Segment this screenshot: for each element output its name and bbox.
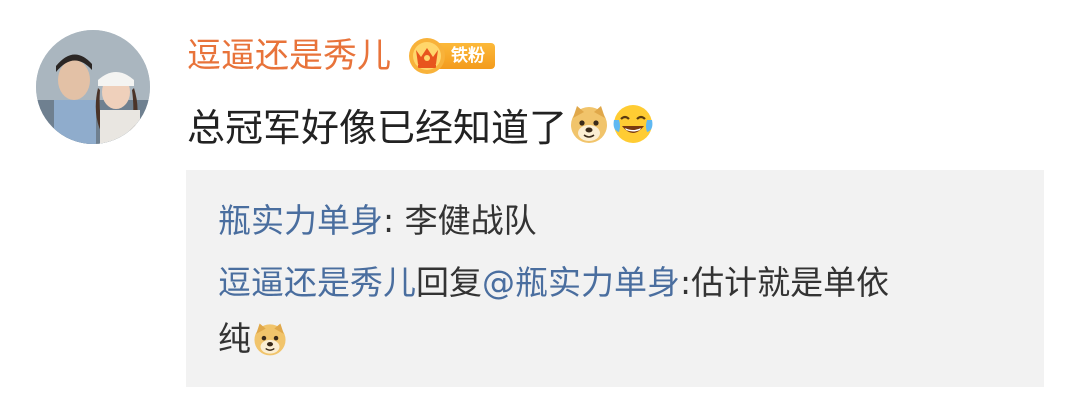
reply-text: 李健战队	[404, 201, 537, 240]
avatar-photo	[36, 30, 150, 144]
avatar[interactable]	[36, 30, 150, 144]
reply-item: 瓶实力单身: 李健战队	[218, 198, 537, 244]
laugh-cry-emoji-icon	[611, 102, 655, 146]
reply-author-link[interactable]: 瓶实力单身	[218, 201, 383, 240]
crown-fan-badge-icon	[409, 38, 445, 74]
replies-box[interactable]: 瓶实力单身: 李健战队 逗逼还是秀儿回复@瓶实力单身:估计就是单依 纯	[186, 170, 1044, 387]
doge-emoji-icon	[567, 102, 611, 146]
doge-emoji-icon	[251, 320, 289, 358]
reply-author-link[interactable]: 逗逼还是秀儿	[218, 263, 416, 302]
fan-badge[interactable]: 铁粉	[407, 38, 495, 74]
comment-body: 总冠军好像已经知道了	[187, 105, 568, 150]
reply-separator: :	[680, 263, 692, 302]
reply-separator: :	[383, 201, 405, 240]
reply-text-continuation: 纯	[218, 319, 251, 358]
reply-action: 回复	[416, 263, 482, 302]
comment-header: 逗逼还是秀儿 铁粉	[187, 30, 495, 82]
reply-item: 逗逼还是秀儿回复@瓶实力单身:估计就是单依	[218, 260, 889, 306]
reply-mention-link[interactable]: @瓶实力单身	[482, 263, 680, 302]
reply-text: 估计就是单依	[691, 263, 890, 302]
comment-username[interactable]: 逗逼还是秀儿	[187, 30, 391, 82]
reply-item-continuation: 纯	[218, 316, 289, 362]
comment-text: 总冠军好像已经知道了	[187, 96, 655, 152]
